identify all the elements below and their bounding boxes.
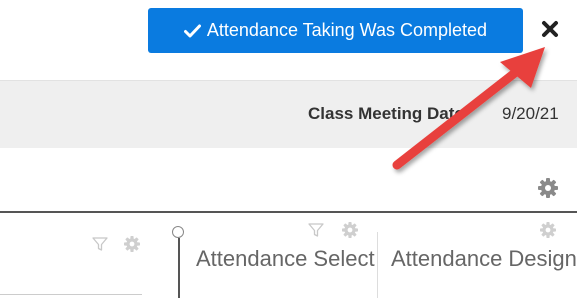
grid-settings-button[interactable]	[538, 178, 558, 198]
column-header-attendance-selection[interactable]: Attendance Selection	[196, 246, 376, 272]
column-settings-button[interactable]	[124, 236, 140, 252]
success-toast: Attendance Taking Was Completed	[148, 8, 523, 53]
column-divider	[377, 232, 378, 298]
filter-icon	[92, 237, 108, 256]
column-header-attendance-designation[interactable]: Attendance Designation	[391, 246, 577, 272]
gear-icon	[538, 178, 558, 202]
class-meeting-date-value: 9/20/21	[502, 104, 559, 123]
close-icon	[541, 20, 559, 43]
check-icon	[183, 24, 201, 38]
close-toast-button[interactable]	[535, 16, 565, 46]
column-resize-handle[interactable]	[172, 226, 184, 238]
class-meeting-band	[0, 80, 577, 148]
filter-icon	[308, 223, 324, 242]
attendance-designation-settings-button[interactable]	[540, 222, 556, 238]
gear-icon	[124, 236, 140, 256]
toast-message: Attendance Taking Was Completed	[206, 20, 488, 40]
gear-icon	[540, 222, 556, 242]
column-filter-button[interactable]	[92, 236, 108, 252]
row-divider	[0, 294, 142, 295]
attendance-selection-filter-button[interactable]	[308, 222, 324, 238]
toolbar-divider	[0, 211, 577, 213]
column-resize-line	[178, 238, 180, 298]
class-meeting-date-label: Class Meeting Date	[308, 104, 464, 123]
attendance-selection-settings-button[interactable]	[342, 222, 358, 238]
gear-icon	[342, 222, 358, 242]
